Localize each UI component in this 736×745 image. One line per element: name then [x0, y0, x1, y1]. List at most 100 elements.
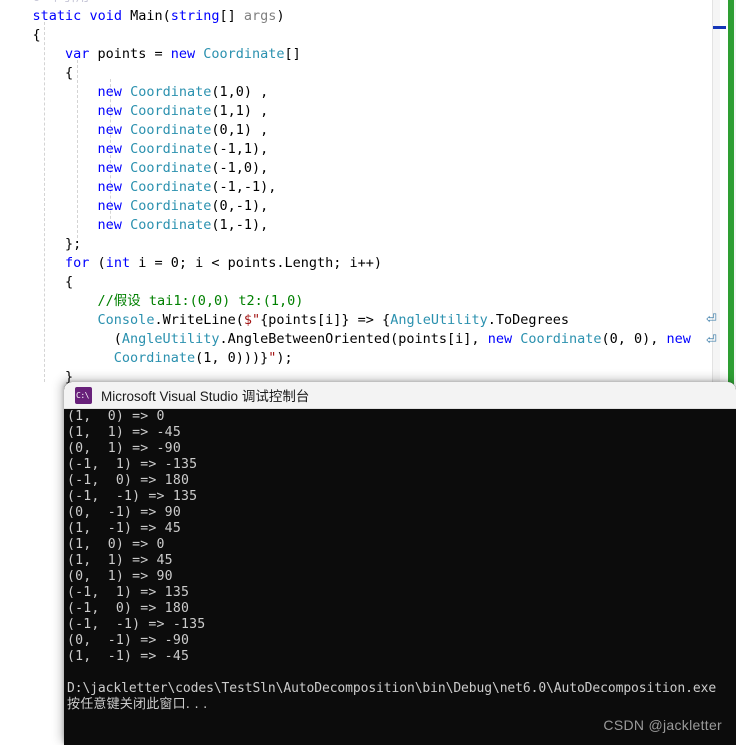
console-output-line: (-1, -1) => -135 — [67, 617, 206, 632]
code-token: new — [97, 160, 122, 176]
code-token: new — [487, 331, 513, 347]
code-token: i = 0; i < points.Length; i++) — [130, 255, 383, 271]
code-line[interactable]: }; — [0, 235, 712, 254]
console-output-line: (1, -1) => 45 — [67, 521, 181, 536]
code-line[interactable]: Console.WriteLine($"{points[i]} => {Angl… — [0, 311, 712, 330]
console-output-line: (0, -1) => -90 — [67, 633, 190, 648]
code-token: AngleUtility — [390, 312, 488, 328]
code-line[interactable]: static void Main(string[] args) — [0, 7, 712, 26]
console-exit-path: D:\jackletter\codes\TestSln\AutoDecompos… — [67, 681, 717, 696]
code-token: Coordinate — [130, 160, 212, 176]
code-line[interactable]: Coordinate(1, 0)))}"); — [0, 349, 712, 368]
code-line[interactable]: { — [0, 273, 712, 292]
code-line[interactable]: for (int i = 0; i < points.Length; i++) — [0, 254, 712, 273]
code-token: (0, 0), — [601, 331, 667, 347]
console-output-line: (0, 1) => 90 — [67, 569, 173, 584]
code-token: Coordinate — [203, 46, 285, 62]
console-output-line: (-1, 1) => -135 — [67, 457, 198, 472]
code-token: $" — [243, 312, 261, 328]
code-token: }; — [0, 236, 82, 252]
code-token: string — [170, 8, 220, 24]
code-token: [] — [284, 46, 301, 62]
console-output-line: (-1, 0) => 180 — [67, 473, 190, 488]
code-token: (1,1) , — [211, 103, 269, 119]
console-window[interactable]: Microsoft Visual Studio 调试控制台 (1, 0) => … — [64, 382, 736, 745]
code-token: .ToDegrees — [487, 312, 570, 328]
code-token: Coordinate — [130, 217, 212, 233]
console-output-line: (0, 1) => -90 — [67, 441, 181, 456]
code-line[interactable]: (AngleUtility.AngleBetweenOriented(point… — [0, 330, 712, 349]
code-token: void — [89, 8, 122, 24]
code-line[interactable]: new Coordinate(-1,-1), — [0, 178, 712, 197]
word-wrap-arrow-icon: ⏎ — [706, 312, 717, 327]
code-line[interactable]: var points = new Coordinate[] — [0, 45, 712, 64]
code-line[interactable]: { — [0, 64, 712, 83]
code-token: //假设 tai1:(0,0) t2:(1,0) — [97, 293, 304, 309]
code-token: (-1,1), — [211, 141, 269, 157]
console-output-line: (1, 0) => 0 — [67, 537, 165, 552]
code-line[interactable]: new Coordinate(0,-1), — [0, 197, 712, 216]
scrollbar-caret-mark — [713, 26, 726, 29]
code-token: new — [97, 122, 122, 138]
code-token: Coordinate — [130, 141, 212, 157]
code-token: Main — [130, 8, 163, 24]
code-line[interactable]: //假设 tai1:(0,0) t2:(1,0) — [0, 292, 712, 311]
code-line[interactable]: new Coordinate(-1,1), — [0, 140, 712, 159]
console-output-line: (-1, 0) => 180 — [67, 601, 190, 616]
console-title: Microsoft Visual Studio 调试控制台 — [101, 389, 310, 404]
code-token: new — [97, 217, 122, 233]
console-output-line: (0, -1) => 90 — [67, 505, 181, 520]
code-token: Coordinate — [130, 84, 212, 100]
console-output-line: (1, -1) => -45 — [67, 649, 190, 664]
code-token: [] — [219, 8, 244, 24]
code-token: Coordinate — [130, 198, 212, 214]
console-output-lines: (1, 0) => 0 (1, 1) => -45 (0, 1) => -90 (-1… — [64, 409, 736, 713]
console-prompt: 按任意键关闭此窗口. . . — [67, 697, 208, 712]
code-token: (-1,0), — [211, 160, 269, 176]
code-line[interactable]: new Coordinate(0,1) , — [0, 121, 712, 140]
code-line[interactable]: new Coordinate(1,0) , — [0, 83, 712, 102]
code-line[interactable]: new Coordinate(1,-1), — [0, 216, 712, 235]
code-token: (1,0) , — [211, 84, 269, 100]
code-token: static — [32, 8, 82, 24]
console-titlebar[interactable]: Microsoft Visual Studio 调试控制台 — [64, 382, 736, 409]
code-token: for — [65, 255, 90, 271]
code-lines: 0 个引用 static void Main(string[] args) { … — [0, 0, 712, 387]
code-token: new — [97, 103, 122, 119]
code-token: (0,1) , — [211, 122, 269, 138]
code-token: ) — [276, 8, 285, 24]
code-token: Coordinate — [130, 122, 212, 138]
code-line[interactable]: { — [0, 26, 712, 45]
code-line[interactable]: new Coordinate(-1,0), — [0, 159, 712, 178]
watermark: CSDN @jackletter — [603, 717, 722, 733]
code-token: Coordinate — [520, 331, 602, 347]
code-token: ); — [276, 350, 293, 366]
console-output-area[interactable]: (1, 0) => 0 (1, 1) => -45 (0, 1) => -90 (-1… — [64, 409, 736, 745]
code-token: new — [97, 179, 122, 195]
code-token: AngleUtility — [121, 331, 220, 347]
code-token: (1, 0)))} — [195, 350, 269, 366]
code-line-clipped: 0 个引用 — [0, 0, 712, 7]
code-token: ( — [162, 8, 171, 24]
code-token: { — [0, 274, 74, 290]
code-token: Coordinate — [113, 350, 196, 366]
code-line[interactable]: new Coordinate(1,1) , — [0, 102, 712, 121]
console-output-line: (-1, -1) => 135 — [67, 489, 198, 504]
code-token: { — [0, 65, 74, 81]
